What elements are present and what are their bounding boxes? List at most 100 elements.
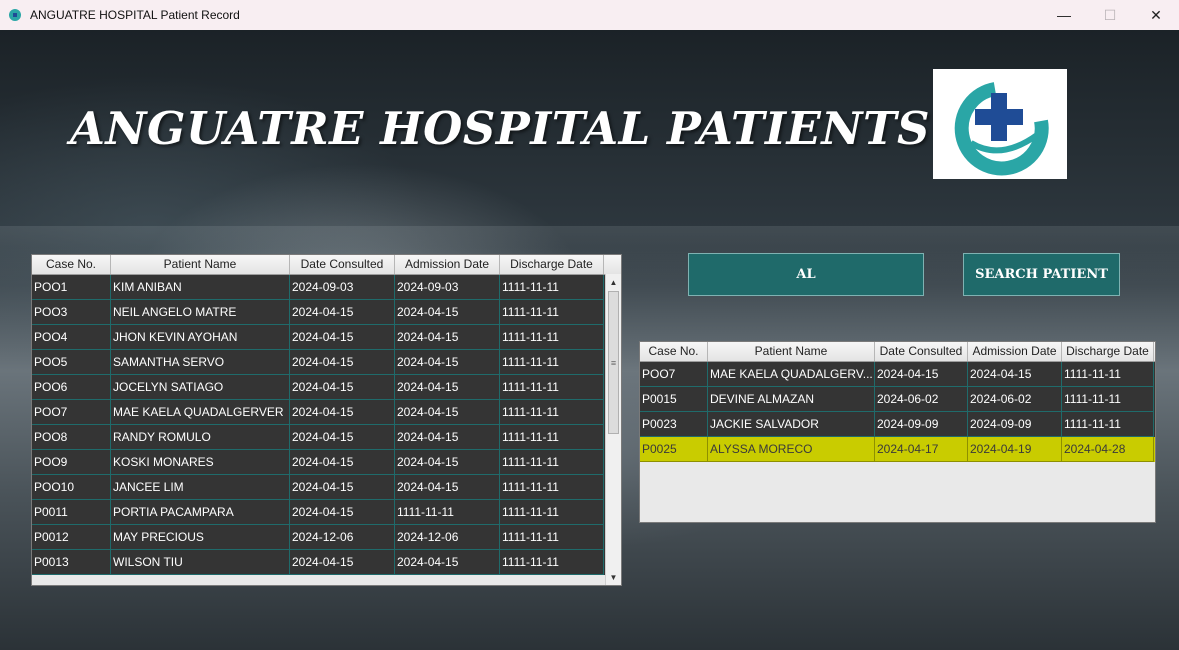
table-cell[interactable]: 2024-04-15	[395, 375, 500, 400]
column-header[interactable]: Patient Name	[708, 342, 875, 361]
table-cell[interactable]: POO4	[32, 325, 111, 350]
table-cell[interactable]: 2024-12-06	[290, 525, 395, 550]
table-row[interactable]: POO1 KIM ANIBAN 2024-09-03 2024-09-03 1111-1…	[32, 275, 621, 300]
table-cell[interactable]: JOCELYN SATIAGO	[111, 375, 290, 400]
table-cell[interactable]: 2024-09-09	[875, 412, 968, 437]
table-cell[interactable]: PORTIA PACAMPARA	[111, 500, 290, 525]
table-cell[interactable]: JACKIE SALVADOR	[708, 412, 875, 437]
table-cell[interactable]: 1111-11-11	[500, 400, 604, 425]
table-cell[interactable]: 1111-11-11	[500, 475, 604, 500]
table-row[interactable]: POO3 NEIL ANGELO MATRE 2024-04-15 2024-04-1…	[32, 300, 621, 325]
table-cell[interactable]: 2024-04-15	[290, 400, 395, 425]
table-cell[interactable]: 2024-04-15	[875, 362, 968, 387]
table-row[interactable]: POO8 RANDY ROMULO 2024-04-15 2024-04-15 1111…	[32, 425, 621, 450]
table-cell[interactable]: 2024-04-15	[290, 300, 395, 325]
table-cell[interactable]: 1111-11-11	[500, 450, 604, 475]
table-row[interactable]: POO7 MAE KAELA QUADALGERV... 2024-04-15 202…	[640, 362, 1155, 387]
table-cell[interactable]: JHON KEVIN AYOHAN	[111, 325, 290, 350]
table-cell[interactable]: P0023	[640, 412, 708, 437]
table-cell[interactable]: P0025	[640, 437, 708, 462]
column-header[interactable]: Admission Date	[395, 255, 500, 274]
table-cell[interactable]: 2024-04-15	[395, 550, 500, 575]
table-cell[interactable]: 1111-11-11	[500, 325, 604, 350]
table-cell[interactable]: 1111-11-11	[500, 525, 604, 550]
table-cell[interactable]: POO9	[32, 450, 111, 475]
table-cell[interactable]: POO7	[640, 362, 708, 387]
table-cell[interactable]: RANDY ROMULO	[111, 425, 290, 450]
close-button[interactable]: ✕	[1133, 0, 1179, 30]
table-cell[interactable]: 2024-04-15	[290, 500, 395, 525]
table-cell[interactable]: 2024-04-15	[290, 425, 395, 450]
column-header[interactable]: Date Consulted	[875, 342, 968, 361]
search-results-table[interactable]: Case No. Patient Name Date Consulted Adm…	[639, 341, 1156, 523]
table-cell[interactable]: P0015	[640, 387, 708, 412]
table-cell[interactable]: 2024-04-28	[1062, 437, 1154, 462]
table-row[interactable]: P0011 PORTIA PACAMPARA 2024-04-15 1111-11-1…	[32, 500, 621, 525]
table-cell[interactable]: 2024-04-17	[875, 437, 968, 462]
table-row[interactable]: P0012 MAY PRECIOUS 2024-12-06 2024-12-06 111…	[32, 525, 621, 550]
table-cell[interactable]: 2024-04-15	[290, 550, 395, 575]
table-cell[interactable]: 1111-11-11	[500, 425, 604, 450]
table-row[interactable]: POO5 SAMANTHA SERVO 2024-04-15 2024-04-15 11…	[32, 350, 621, 375]
table-cell[interactable]: KOSKI MONARES	[111, 450, 290, 475]
table-cell[interactable]: NEIL ANGELO MATRE	[111, 300, 290, 325]
table-cell[interactable]: POO5	[32, 350, 111, 375]
table-cell[interactable]: 2024-12-06	[395, 525, 500, 550]
vertical-scrollbar[interactable]: ▲ ≡ ▼	[605, 274, 621, 585]
all-patients-table[interactable]: Case No. Patient Name Date Consulted Adm…	[31, 254, 622, 586]
table-cell[interactable]: POO3	[32, 300, 111, 325]
table-cell[interactable]: 2024-04-15	[395, 425, 500, 450]
table-cell[interactable]: 1111-11-11	[500, 550, 604, 575]
table-cell[interactable]: 2024-04-15	[290, 450, 395, 475]
search-input[interactable]: AL	[688, 253, 924, 296]
table-cell[interactable]: 2024-04-15	[395, 400, 500, 425]
table-cell[interactable]: 1111-11-11	[1062, 412, 1154, 437]
table-cell[interactable]: P0012	[32, 525, 111, 550]
table-cell[interactable]: 2024-04-15	[290, 350, 395, 375]
table-cell[interactable]: DEVINE ALMAZAN	[708, 387, 875, 412]
table-cell[interactable]: POO8	[32, 425, 111, 450]
table-cell[interactable]: 2024-04-15	[290, 375, 395, 400]
table-cell[interactable]: 2024-09-03	[395, 275, 500, 300]
scroll-down-icon[interactable]: ▼	[606, 569, 621, 585]
table-cell[interactable]: 1111-11-11	[500, 275, 604, 300]
table-cell[interactable]: 2024-06-02	[875, 387, 968, 412]
column-header[interactable]: Discharge Date	[1062, 342, 1154, 361]
table-cell[interactable]: 2024-04-15	[290, 325, 395, 350]
column-header[interactable]: Patient Name	[111, 255, 290, 274]
table-cell[interactable]: 2024-04-15	[290, 475, 395, 500]
scroll-up-icon[interactable]: ▲	[606, 274, 621, 290]
table-cell[interactable]: 2024-04-15	[968, 362, 1062, 387]
search-patient-button[interactable]: SEARCH PATIENT	[963, 253, 1120, 296]
table-cell[interactable]: POO10	[32, 475, 111, 500]
table-cell[interactable]: MAY PRECIOUS	[111, 525, 290, 550]
table-cell[interactable]: 1111-11-11	[1062, 387, 1154, 412]
column-header[interactable]: Admission Date	[968, 342, 1062, 361]
table-cell[interactable]: MAE KAELA QUADALGERVER	[111, 400, 290, 425]
column-header[interactable]: Discharge Date	[500, 255, 604, 274]
table-cell[interactable]: POO7	[32, 400, 111, 425]
table-cell[interactable]: 1111-11-11	[500, 500, 604, 525]
table-cell[interactable]: 1111-11-11	[500, 300, 604, 325]
table-cell[interactable]: 2024-04-15	[395, 475, 500, 500]
table-cell[interactable]: POO6	[32, 375, 111, 400]
table-cell[interactable]: JANCEE LIM	[111, 475, 290, 500]
table-cell[interactable]: POO1	[32, 275, 111, 300]
table-cell[interactable]: 2024-04-19	[968, 437, 1062, 462]
table-row[interactable]: POO6 JOCELYN SATIAGO 2024-04-15 2024-04-15 1…	[32, 375, 621, 400]
table-cell[interactable]: 2024-04-15	[395, 450, 500, 475]
maximize-button[interactable]: ☐	[1087, 0, 1133, 30]
column-header[interactable]: Case No.	[640, 342, 708, 361]
table-cell[interactable]: 1111-11-11	[395, 500, 500, 525]
table-row[interactable]: POO4 JHON KEVIN AYOHAN 2024-04-15 2024-04-1…	[32, 325, 621, 350]
table-cell[interactable]: 2024-04-15	[395, 300, 500, 325]
table-cell[interactable]: MAE KAELA QUADALGERV...	[708, 362, 875, 387]
table-cell[interactable]: 1111-11-11	[500, 375, 604, 400]
table-cell[interactable]: P0011	[32, 500, 111, 525]
table-row[interactable]: P0015 DEVINE ALMAZAN 2024-06-02 2024-06-02 1…	[640, 387, 1155, 412]
column-header[interactable]: Case No.	[32, 255, 111, 274]
table-row[interactable]: P0013 WILSON TIU 2024-04-15 2024-04-15 1111-…	[32, 550, 621, 575]
table-cell[interactable]: WILSON TIU	[111, 550, 290, 575]
scroll-thumb[interactable]: ≡	[608, 291, 619, 434]
table-cell[interactable]: 1111-11-11	[1062, 362, 1154, 387]
